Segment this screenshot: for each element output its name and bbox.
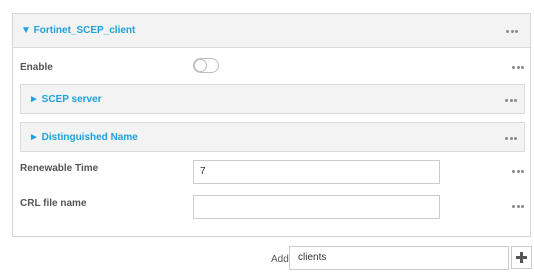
renewable-time-label: Renewable Time (20, 163, 99, 174)
section-menu-icon[interactable] (506, 28, 518, 34)
scep-server-section[interactable]: ► SCEP server (20, 84, 525, 114)
add-name-input[interactable]: clients (289, 246, 509, 270)
crl-file-name-menu-icon[interactable] (512, 203, 524, 209)
renewable-time-menu-icon[interactable] (512, 168, 524, 174)
section-title[interactable]: ▼ Fortinet_SCEP_client (21, 25, 135, 36)
enable-toggle[interactable] (193, 58, 219, 73)
add-button[interactable] (511, 246, 532, 269)
distinguished-name-title[interactable]: ► Distinguished Name (29, 132, 138, 143)
plus-icon (516, 252, 527, 263)
enable-menu-icon[interactable] (512, 64, 524, 70)
scep-server-title[interactable]: ► SCEP server (29, 94, 102, 105)
toggle-knob (194, 59, 207, 72)
crl-file-name-label: CRL file name (20, 198, 87, 209)
enable-label: Enable (20, 62, 53, 73)
distinguished-name-menu-icon[interactable] (505, 135, 517, 141)
add-label: Add (271, 254, 289, 265)
scep-server-menu-icon[interactable] (505, 97, 517, 103)
distinguished-name-section[interactable]: ► Distinguished Name (20, 122, 525, 152)
section-header[interactable]: ▼ Fortinet_SCEP_client (13, 14, 530, 48)
crl-file-name-input[interactable] (193, 195, 440, 219)
renewable-time-input[interactable]: 7 (193, 160, 440, 184)
